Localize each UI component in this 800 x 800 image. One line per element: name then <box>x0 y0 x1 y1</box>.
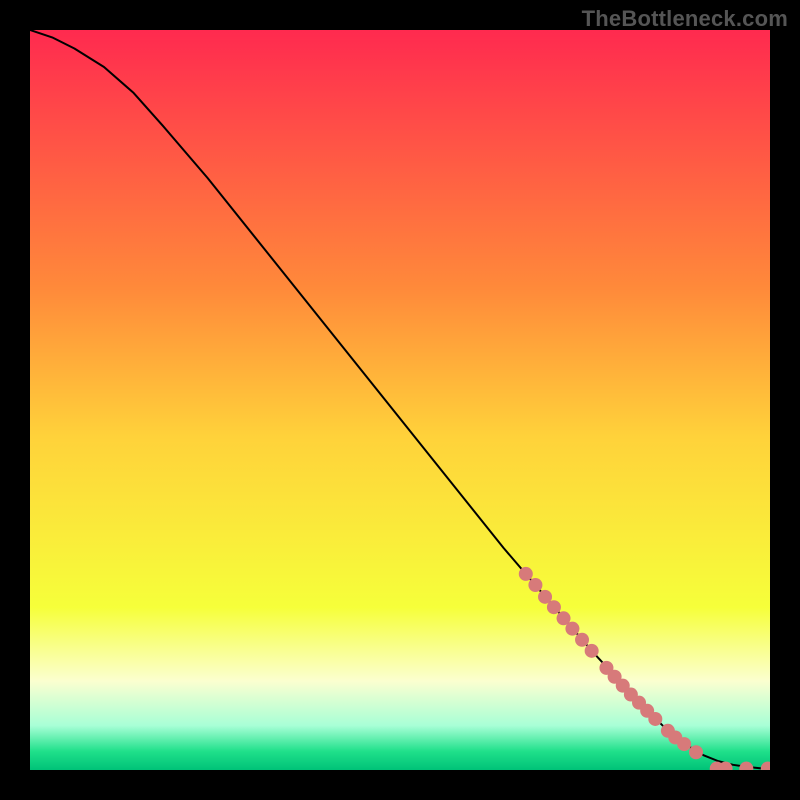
marker-dot <box>547 600 561 614</box>
watermark-text: TheBottleneck.com <box>582 6 788 32</box>
plot-area <box>30 30 770 770</box>
marker-dot <box>565 622 579 636</box>
chart-stage: TheBottleneck.com <box>0 0 800 800</box>
marker-dot <box>648 712 662 726</box>
marker-dot <box>528 578 542 592</box>
marker-dot <box>519 567 533 581</box>
marker-dot <box>585 644 599 658</box>
marker-dot <box>575 633 589 647</box>
gradient-background <box>30 30 770 770</box>
chart-svg <box>30 30 770 770</box>
marker-dot <box>677 737 691 751</box>
marker-dot <box>689 745 703 759</box>
